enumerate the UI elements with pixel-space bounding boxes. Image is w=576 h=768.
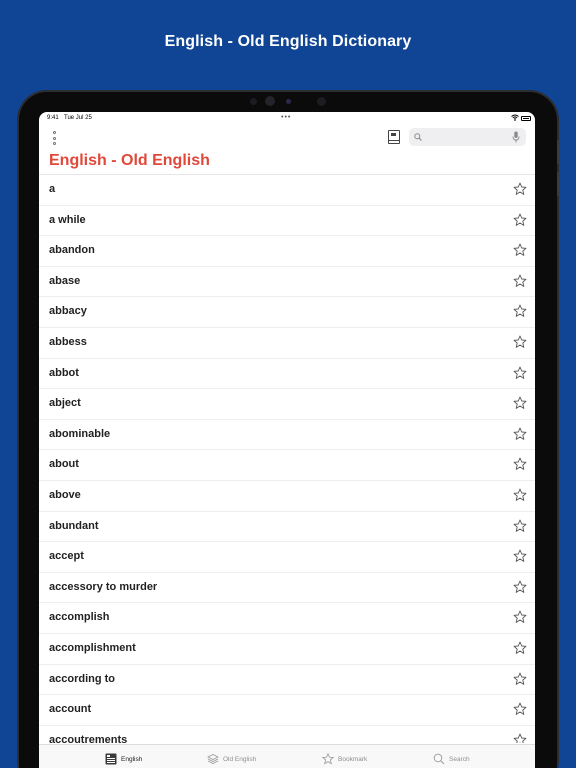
word-row[interactable]: a [39,175,535,206]
bookmark-star-icon[interactable] [513,366,527,380]
word-label: abundant [49,519,99,532]
word-row[interactable]: abase [39,267,535,298]
word-label: a [49,183,56,195]
bookmark-star-icon[interactable] [513,488,527,502]
word-label: accomplishment [49,641,136,654]
bookmark-star-icon[interactable] [513,702,527,716]
bookmark-star-icon[interactable] [513,182,527,196]
bookmark-star-icon[interactable] [513,396,527,410]
status-time: 9:41 [47,115,59,121]
tab-label: Search [449,755,470,763]
word-row[interactable]: abbacy [39,297,535,328]
word-label: abject [49,397,81,410]
more-menu-icon[interactable] [50,131,58,145]
word-row[interactable]: accomplish [39,603,535,634]
word-label: abase [49,274,81,287]
tab-label: Bookmark [338,755,368,763]
battery-icon [521,116,531,121]
bookmark-star-icon[interactable] [513,733,527,743]
word-label: above [49,488,81,501]
word-row[interactable]: abominable [39,420,535,451]
volume-button-top [557,140,560,164]
dictionary-book-icon[interactable] [388,130,400,144]
volume-button-bottom [557,172,560,196]
word-label: according to [49,672,116,685]
tab-old-english[interactable]: Old English [207,751,256,767]
bookmark-star-icon[interactable] [513,672,527,686]
bookmark-star-icon[interactable] [513,274,527,288]
word-label: accept [49,550,84,563]
word-row[interactable]: above [39,481,535,512]
word-label: abominable [49,427,111,440]
star-icon [322,753,334,765]
word-row[interactable]: abbess [39,328,535,359]
word-row[interactable]: accept [39,542,535,573]
word-label: abbot [49,366,79,379]
bookmark-star-icon[interactable] [513,427,527,441]
search-field[interactable] [409,128,526,146]
word-row[interactable]: abject [39,389,535,420]
word-row[interactable]: about [39,450,535,481]
bookmark-star-icon[interactable] [513,519,527,533]
word-label: accomplish [49,611,110,624]
search-icon [433,753,445,765]
top-toolbar [39,126,535,150]
bookmark-star-icon[interactable] [513,580,527,594]
tab-label: Old English [223,755,257,763]
bookmark-star-icon[interactable] [513,610,527,624]
status-date: Tue Jul 25 [64,115,92,121]
word-list: a a while abandon abase abbacy abbess abbot abj… [39,175,535,743]
word-row[interactable]: account [39,695,535,726]
magnifier-icon [414,133,422,141]
camera-lens-icon [265,96,275,106]
word-label: account [49,703,92,716]
word-label: abbacy [49,305,87,318]
word-row[interactable]: abbot [39,359,535,390]
bookmark-star-icon[interactable] [513,304,527,318]
app-screen: 9:41 Tue Jul 25 ••• English - Old Englis… [39,112,535,768]
word-row[interactable]: a while [39,206,535,237]
bookmark-star-icon[interactable] [513,243,527,257]
word-row[interactable]: abundant [39,512,535,543]
bookmark-star-icon[interactable] [513,335,527,349]
tab-search[interactable]: Search [433,751,470,767]
word-label: about [49,458,79,471]
microphone-icon[interactable] [512,131,520,143]
sensor-dot-left [250,98,257,105]
search-input[interactable] [426,128,506,146]
bookmark-star-icon[interactable] [513,213,527,227]
promo-title: English - Old English Dictionary [164,33,412,50]
page-title: English - Old English [49,152,210,169]
wifi-icon [511,114,519,123]
word-label: abandon [49,244,95,257]
bookmark-star-icon[interactable] [513,457,527,471]
word-label: a while [49,213,86,226]
tab-bookmark[interactable]: Bookmark [322,751,367,767]
word-row[interactable]: abandon [39,236,535,267]
word-label: accoutrements [49,733,128,743]
tab-label: English [121,755,143,763]
bookmark-star-icon[interactable] [513,549,527,563]
bookmark-star-icon[interactable] [513,641,527,655]
dictionary-book-icon [105,753,117,765]
tab-english[interactable]: English [105,751,142,767]
word-label: abbess [49,335,87,348]
tab-bar: English Old English Bookmark Search [39,744,535,768]
status-bar: 9:41 Tue Jul 25 ••• [39,112,535,126]
word-row[interactable]: accessory to murder [39,573,535,604]
word-row[interactable]: accoutrements [39,726,535,743]
sensor-dot-right [317,97,326,106]
stack-icon [207,754,219,764]
word-label: accessory to murder [49,580,158,593]
word-row[interactable]: accomplishment [39,634,535,665]
multitasking-dots-icon[interactable]: ••• [281,114,291,121]
word-row[interactable]: according to [39,665,535,696]
sensor-dot-mid [286,99,291,104]
